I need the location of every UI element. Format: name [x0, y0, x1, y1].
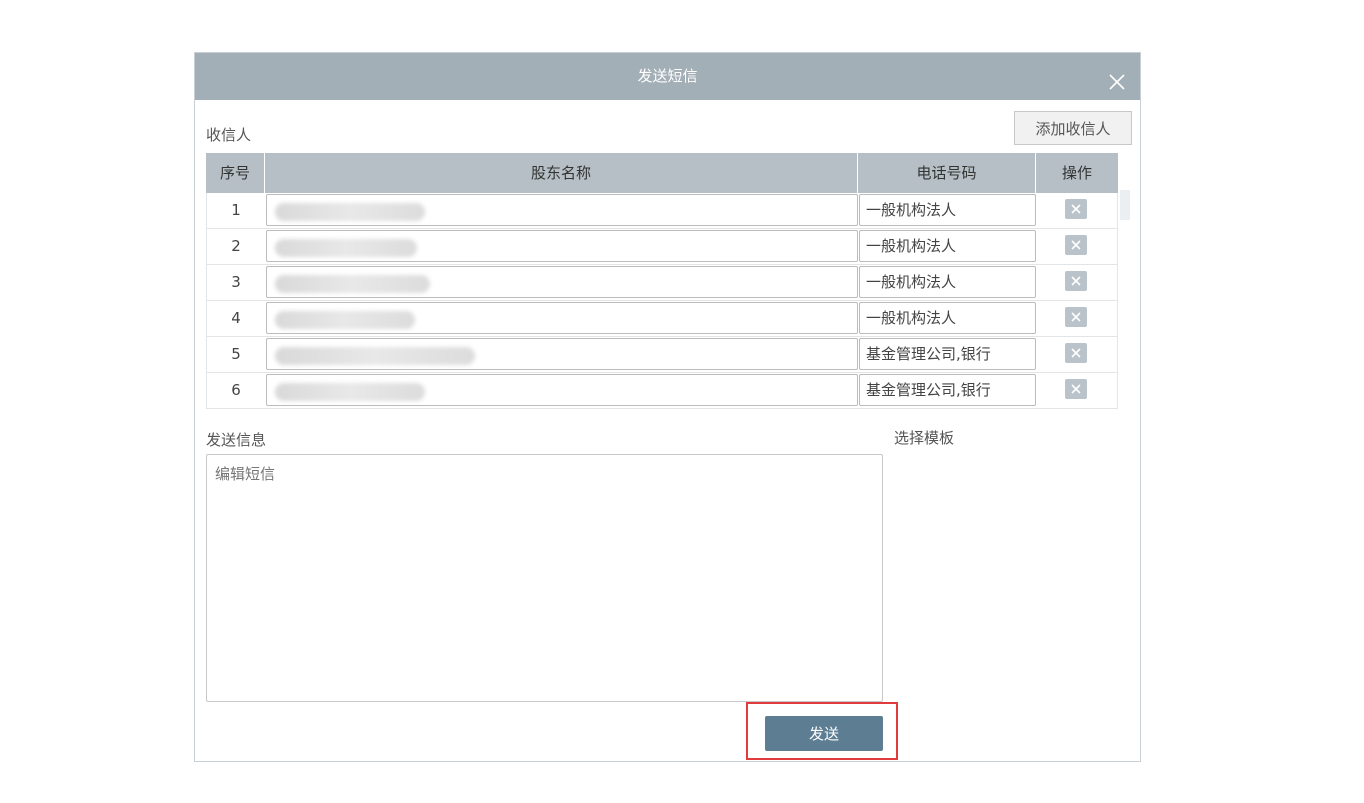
delete-icon[interactable] — [1065, 235, 1087, 255]
delete-icon[interactable] — [1065, 199, 1087, 219]
shareholder-name-field[interactable] — [266, 338, 858, 370]
table-row: 2 一般机构法人 — [206, 229, 1118, 265]
header-phone: 电话号码 — [858, 153, 1036, 193]
phone-field[interactable]: 一般机构法人 — [859, 266, 1036, 298]
add-recipient-button[interactable]: 添加收信人 — [1014, 111, 1132, 145]
header-shareholder-name: 股东名称 — [265, 153, 858, 193]
table-row: 1 一般机构法人 — [206, 193, 1118, 229]
phone-field[interactable]: 基金管理公司,银行 — [859, 374, 1036, 406]
header-action: 操作 — [1061, 164, 1092, 182]
row-index: 6 — [231, 381, 241, 399]
phone-field[interactable]: 一般机构法人 — [859, 302, 1036, 334]
row-index: 1 — [231, 201, 241, 219]
dialog-title: 发送短信 — [637, 67, 698, 85]
phone-field[interactable]: 一般机构法人 — [859, 230, 1036, 262]
message-label: 发送信息 — [206, 431, 267, 449]
table-row: 3 一般机构法人 — [206, 265, 1118, 301]
row-index: 5 — [231, 345, 241, 363]
send-sms-dialog: 发送短信 收信人 添加收信人 序号 股东名称 电话号码 操作 1 一般机构法人 2 一… — [194, 52, 1141, 762]
close-icon[interactable] — [1106, 65, 1128, 90]
shareholder-name-field[interactable] — [266, 230, 858, 262]
header-index: 序号 — [206, 153, 265, 193]
row-index: 3 — [231, 273, 241, 291]
table-row: 5 基金管理公司,银行 — [206, 337, 1118, 373]
shareholder-name-field[interactable] — [266, 374, 858, 406]
redacted-name — [275, 383, 425, 401]
phone-field[interactable]: 基金管理公司,银行 — [859, 338, 1036, 370]
row-index: 2 — [231, 237, 241, 255]
redacted-name — [275, 203, 425, 221]
message-input[interactable] — [206, 454, 883, 702]
recipients-table: 序号 股东名称 电话号码 操作 1 一般机构法人 2 一般机构法人 3 一般机构法人 4 一般… — [206, 153, 1118, 409]
delete-icon[interactable] — [1065, 379, 1087, 399]
delete-icon[interactable] — [1065, 271, 1087, 291]
table-body: 1 一般机构法人 2 一般机构法人 3 一般机构法人 4 一般机构法人 5 基金管理公司,银行 6 基… — [206, 193, 1118, 409]
table-scrollbar[interactable] — [1120, 190, 1130, 220]
shareholder-name-field[interactable] — [266, 194, 858, 226]
template-label[interactable]: 选择模板 — [894, 427, 954, 448]
shareholder-name-field[interactable] — [266, 302, 858, 334]
row-index: 4 — [231, 309, 241, 327]
redacted-name — [275, 275, 430, 293]
dialog-titlebar: 发送短信 — [195, 53, 1140, 100]
delete-icon[interactable] — [1065, 307, 1087, 327]
delete-icon[interactable] — [1065, 343, 1087, 363]
redacted-name — [275, 311, 415, 329]
table-header: 序号 股东名称 电话号码 操作 — [206, 153, 1118, 193]
send-button-highlight — [746, 702, 898, 760]
table-row: 6 基金管理公司,银行 — [206, 373, 1118, 409]
phone-field[interactable]: 一般机构法人 — [859, 194, 1036, 226]
shareholder-name-field[interactable] — [266, 266, 858, 298]
table-row: 4 一般机构法人 — [206, 301, 1118, 337]
redacted-name — [275, 347, 475, 365]
redacted-name — [275, 239, 417, 257]
recipients-label: 收信人 — [206, 126, 252, 144]
